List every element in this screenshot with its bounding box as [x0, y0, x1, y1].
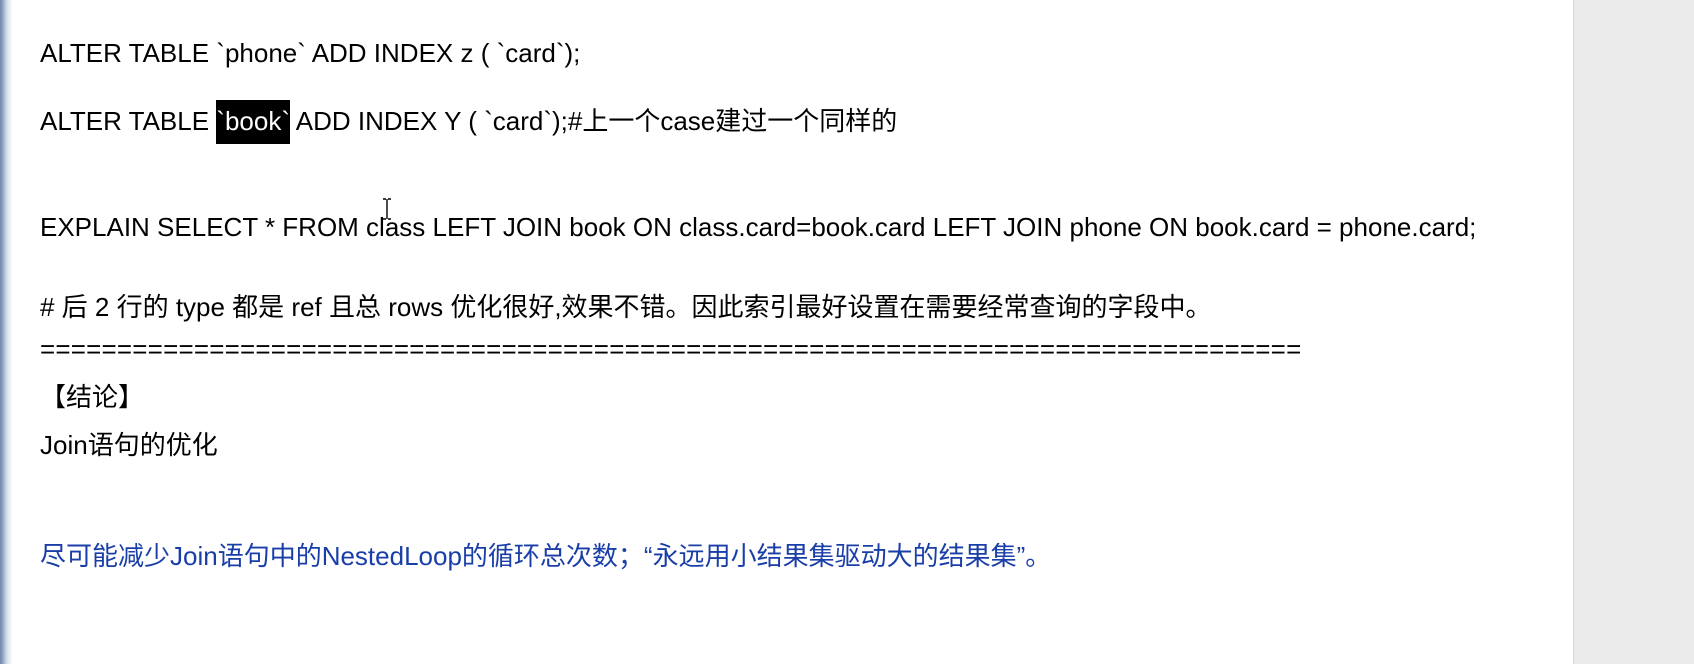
alter-book-prefix: ALTER TABLE: [40, 106, 217, 136]
document-area[interactable]: ALTER TABLE `phone` ADD INDEX z ( `card`…: [13, 0, 1574, 664]
advice-line[interactable]: 尽可能减少Join语句中的NestedLoop的循环总次数；“永远用小结果集驱动…: [40, 541, 1051, 571]
window-left-border: [0, 0, 13, 664]
alter-phone-line[interactable]: ALTER TABLE `phone` ADD INDEX z ( `card`…: [40, 38, 580, 68]
comment-line[interactable]: # 后 2 行的 type 都是 ref 且总 rows 优化很好,效果不错。因…: [40, 292, 1212, 322]
separator-line: ========================================…: [40, 334, 1302, 364]
right-side-panel: [1573, 0, 1694, 664]
explain-select-line[interactable]: EXPLAIN SELECT * FROM class LEFT JOIN bo…: [40, 212, 1476, 242]
selected-text[interactable]: `book`: [216, 100, 290, 144]
conclusion-heading: 【结论】: [40, 382, 145, 412]
alter-book-suffix: ADD INDEX Y ( `card`);#上一个case建过一个同样的: [290, 106, 898, 136]
i-beam-cursor-icon: [383, 198, 391, 220]
join-optimization-heading: Join语句的优化: [40, 430, 218, 460]
alter-book-line[interactable]: ALTER TABLE `book` ADD INDEX Y ( `card`)…: [40, 100, 898, 144]
